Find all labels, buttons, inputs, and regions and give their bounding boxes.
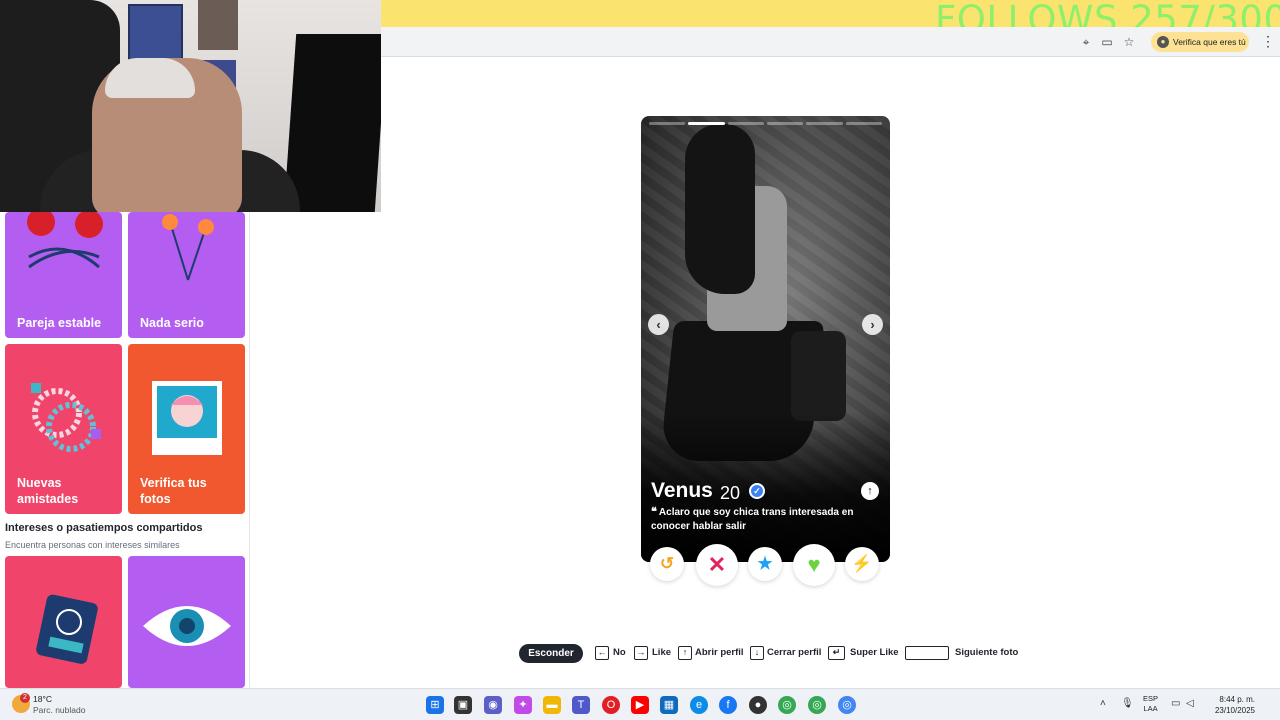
chrome-icon[interactable]: ◎ bbox=[778, 696, 796, 714]
shortcut-no-label: No bbox=[613, 647, 626, 658]
card-label: Pareja estable bbox=[17, 316, 102, 330]
location-icon[interactable]: ⌖ bbox=[1078, 35, 1094, 49]
shortcut-open-profile-label: Abrir perfil bbox=[695, 647, 744, 658]
profile-name: Venus bbox=[651, 479, 713, 502]
network-icon[interactable]: ▭ bbox=[1171, 698, 1180, 710]
roses-icon bbox=[27, 212, 103, 269]
up-arrow-key-icon: ↑ bbox=[678, 646, 692, 660]
photo-verify-icon bbox=[152, 381, 222, 455]
start-icon[interactable]: ⊞ bbox=[426, 696, 444, 714]
bookmark-star-icon[interactable]: ☆ bbox=[1121, 35, 1137, 49]
left-arrow-key-icon: ← bbox=[595, 646, 609, 660]
youtube-icon[interactable]: ▶ bbox=[631, 696, 649, 714]
section-title: Intereses o pasatiempos compartidos bbox=[5, 522, 203, 534]
space-key-icon bbox=[905, 646, 949, 660]
prev-photo-button[interactable]: ‹ bbox=[648, 314, 669, 335]
like-button[interactable]: ♥ bbox=[793, 544, 835, 586]
chrome-profile-icon[interactable]: ◎ bbox=[808, 696, 826, 714]
card-label: Nuevas amistades bbox=[17, 476, 79, 506]
boost-button[interactable]: ⚡ bbox=[845, 547, 879, 581]
card-nada-serio[interactable]: Nada serio bbox=[128, 212, 245, 338]
section-subtitle: Encuentra personas con intereses similar… bbox=[5, 540, 180, 550]
facebook-icon[interactable]: f bbox=[719, 696, 737, 714]
card-interest-eye[interactable] bbox=[128, 556, 245, 688]
volume-icon[interactable]: ◁ bbox=[1186, 698, 1194, 710]
weather-alert-badge: 2 bbox=[20, 693, 30, 703]
photo-progress-segment[interactable] bbox=[806, 122, 843, 125]
hide-shortcuts-button[interactable]: Esconder bbox=[519, 644, 583, 663]
profile-avatar-icon: ● bbox=[1157, 36, 1169, 48]
screen: FOLLOWS 257/300 ⌖ ▭ ☆ ● Verifica que ere… bbox=[0, 0, 1280, 720]
chrome-active-icon[interactable]: ◎ bbox=[838, 696, 856, 714]
tray-overflow-icon[interactable]: ˄ bbox=[1100, 698, 1106, 710]
verify-profile-button[interactable]: ● Verifica que eres tú bbox=[1151, 32, 1249, 52]
microphone-icon[interactable]: 🎙 bbox=[1121, 698, 1134, 710]
profile-age: 20 bbox=[720, 483, 741, 503]
cast-icon[interactable]: ▭ bbox=[1099, 35, 1115, 49]
photo-progress-segment[interactable] bbox=[727, 122, 764, 125]
teams-icon[interactable]: T bbox=[572, 696, 590, 714]
streamer-cap bbox=[105, 58, 195, 98]
enter-key-icon: ↵ bbox=[828, 646, 845, 660]
eye-icon bbox=[143, 606, 231, 646]
wall-poster bbox=[198, 0, 238, 50]
card-pareja-estable[interactable]: Pareja estable bbox=[5, 212, 122, 338]
opera-icon[interactable]: O bbox=[602, 696, 620, 714]
card-nuevas-amistades[interactable]: Nuevas amistades bbox=[5, 344, 122, 514]
store-icon[interactable]: ▦ bbox=[660, 696, 678, 714]
right-arrow-key-icon: → bbox=[634, 646, 648, 660]
profile-photo-detail bbox=[791, 331, 846, 421]
webcam-overlay bbox=[0, 0, 381, 212]
profile-bio-text: Aclaro que soy chica trans interesada en… bbox=[651, 507, 854, 532]
card-label: Nada serio bbox=[140, 316, 204, 330]
down-arrow-key-icon: ↓ bbox=[750, 646, 764, 660]
photo-progress-segment[interactable] bbox=[688, 122, 725, 125]
weather-description[interactable]: Parc. nublado bbox=[33, 705, 85, 715]
lang-code: ESP bbox=[1143, 694, 1159, 703]
photo-progress-segment[interactable] bbox=[766, 122, 804, 125]
shortcut-like-label: Like bbox=[652, 647, 672, 658]
chat-icon[interactable]: ◉ bbox=[484, 696, 502, 714]
passport-icon bbox=[36, 594, 98, 664]
bracelets-icon bbox=[31, 383, 101, 452]
input-language[interactable]: ESP LAA bbox=[1143, 694, 1158, 714]
super-like-button[interactable]: ★ bbox=[748, 547, 782, 581]
keyboard-layout: LAA bbox=[1143, 704, 1158, 713]
verify-label: Verifica que eres tú bbox=[1173, 37, 1246, 47]
clock[interactable]: 8:44 p. m. 23/10/2025 bbox=[1205, 694, 1255, 716]
card-verifica-tus-fotos[interactable]: Verifica tus fotos bbox=[128, 344, 245, 514]
verified-badge-icon: ✓ bbox=[749, 483, 765, 499]
card-interest-travel[interactable] bbox=[5, 556, 122, 688]
sparklers-icon bbox=[162, 214, 214, 281]
open-profile-icon[interactable]: ↑ bbox=[861, 482, 879, 500]
photo-progress-segment[interactable] bbox=[845, 122, 882, 125]
monitor bbox=[283, 34, 381, 212]
obs-icon[interactable]: ● bbox=[749, 696, 767, 714]
photo-progress-segment[interactable] bbox=[649, 122, 686, 125]
task-view-icon[interactable]: ▣ bbox=[454, 696, 472, 714]
quote-icon: ❝ bbox=[651, 506, 657, 518]
explore-sidebar: Pareja estable Nada serio Nuevas amistad… bbox=[0, 212, 250, 688]
edge-icon[interactable]: e bbox=[690, 696, 708, 714]
copilot-icon[interactable]: ✦ bbox=[514, 696, 532, 714]
rewind-button[interactable]: ↺ bbox=[650, 547, 684, 581]
profile-bio: ❝ Aclaro que soy chica trans interesada e… bbox=[651, 505, 876, 534]
address-bar[interactable] bbox=[381, 27, 1280, 57]
nope-button[interactable]: ✕ bbox=[696, 544, 738, 586]
next-photo-button[interactable]: › bbox=[862, 314, 883, 335]
file-explorer-icon[interactable]: ▬ bbox=[543, 696, 561, 714]
shortcut-close-profile-label: Cerrar perfil bbox=[767, 647, 822, 658]
clock-time: 8:44 p. m. bbox=[1219, 695, 1255, 704]
photo-progress bbox=[649, 122, 882, 125]
clock-date: 23/10/2025 bbox=[1214, 706, 1255, 715]
weather-temperature[interactable]: 18°C bbox=[33, 694, 52, 704]
card-label: Verifica tus fotos bbox=[140, 476, 207, 506]
browser-menu-icon[interactable]: ⋮ bbox=[1261, 34, 1275, 48]
shortcut-super-like-label: Super Like bbox=[850, 647, 899, 658]
taskbar: 2 18°C Parc. nublado ⊞ ▣ ◉ ✦ ▬ T O ▶ ▦ e… bbox=[0, 688, 1280, 720]
shortcut-next-photo-label: Siguiente foto bbox=[955, 647, 1019, 658]
profile-photo-detail bbox=[685, 124, 755, 294]
profile-card[interactable]: ‹ › Venus 20 ✓ ↑ ❝ Aclaro que soy chica t… bbox=[641, 116, 890, 562]
action-buttons: ↺ ✕ ★ ♥ ⚡ bbox=[645, 542, 885, 586]
